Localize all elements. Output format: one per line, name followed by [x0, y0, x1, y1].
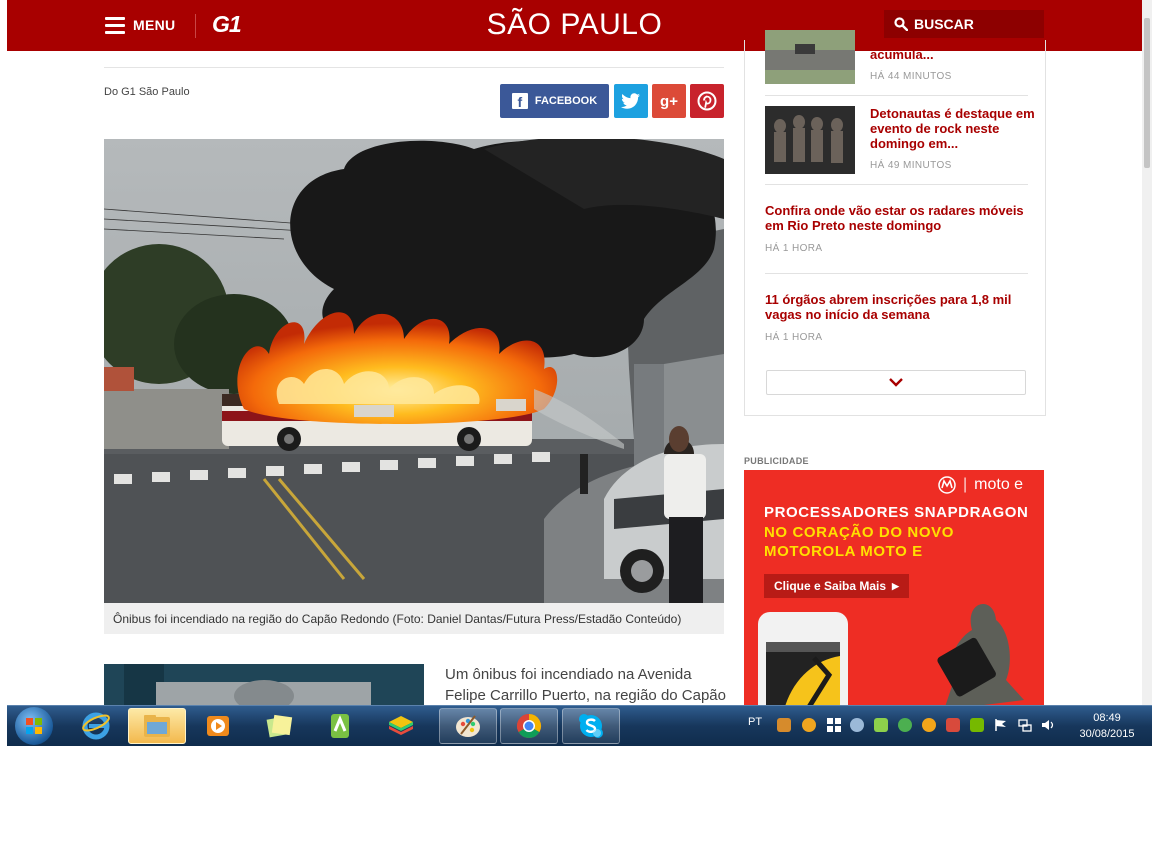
- ad-brand-name: moto e: [974, 476, 1024, 493]
- sticky-notes-icon: [266, 714, 293, 738]
- start-button[interactable]: [15, 707, 53, 745]
- network-icon[interactable]: [1018, 718, 1032, 732]
- divider: [765, 184, 1028, 185]
- windows-taskbar: PT 08:49 30/08/2015: [7, 705, 1152, 746]
- ad-label: PUBLICIDADE: [744, 456, 809, 466]
- caption-text: Ônibus foi incendiado na região do Capão…: [113, 612, 682, 626]
- googleplus-share-button[interactable]: g+: [652, 84, 686, 118]
- news-thumbnail: [765, 30, 855, 84]
- twitter-icon: [621, 93, 640, 109]
- article-photo[interactable]: [104, 139, 724, 603]
- scrollbar-thumb[interactable]: [1144, 18, 1150, 168]
- news-title[interactable]: 11 órgãos abrem inscrições para 1,8 mil …: [765, 292, 1028, 322]
- search-button[interactable]: BUSCAR: [884, 10, 1044, 38]
- bluestacks-icon: [389, 716, 413, 735]
- googleplus-icon: g+: [660, 92, 678, 110]
- byline: Do G1 São Paulo: [104, 86, 190, 98]
- tray-green-icon[interactable]: [874, 718, 888, 732]
- news-title[interactable]: acumula...: [870, 47, 1030, 62]
- taskbar-internet-explorer[interactable]: [67, 708, 125, 744]
- divider: [765, 95, 1028, 96]
- taskbar-bluestacks[interactable]: [372, 708, 430, 744]
- media-player-icon: [207, 716, 229, 736]
- internet-explorer-icon: [82, 712, 110, 740]
- news-title[interactable]: Detonautas é destaque em evento de rock …: [870, 106, 1035, 151]
- taskbar-paint[interactable]: [439, 708, 497, 744]
- load-more-button[interactable]: [766, 370, 1026, 395]
- clock-date[interactable]: 30/08/2015: [1072, 728, 1142, 740]
- tray-ring-icon[interactable]: [802, 718, 816, 732]
- news-time: HÁ 1 HORA: [765, 243, 823, 254]
- facebook-icon: f: [511, 93, 528, 110]
- ad-phone-illustration: [758, 604, 1024, 705]
- ad-cta-label: Clique e Saiba Mais: [774, 579, 887, 593]
- tray-app-icon[interactable]: [777, 718, 791, 732]
- news-time: HÁ 44 MINUTOS: [870, 71, 952, 82]
- clock-time[interactable]: 08:49: [1072, 712, 1142, 724]
- pinterest-icon: [697, 91, 717, 111]
- search-label: BUSCAR: [914, 16, 974, 32]
- tray-orange-icon[interactable]: [922, 718, 936, 732]
- advertisement[interactable]: | moto e PROCESSADORES SNAPDRAGON NO COR…: [744, 470, 1044, 705]
- paint-icon: [456, 715, 480, 737]
- vertical-scrollbar[interactable]: [1142, 0, 1152, 705]
- facebook-share-label: FACEBOOK: [534, 95, 598, 107]
- article-body: Um ônibus foi incendiado na Avenida Feli…: [445, 666, 726, 704]
- search-icon: [894, 17, 908, 31]
- motorola-logo-icon: [938, 476, 956, 494]
- taskbar-file-explorer[interactable]: [128, 708, 186, 744]
- article-image-2-graphic: [104, 664, 424, 705]
- play-arrow-icon: ▶: [892, 580, 899, 591]
- twitter-share-button[interactable]: [614, 84, 648, 118]
- browser-page: MENU G1 SÃO PAULO BUSCAR Do G1 São Paulo…: [7, 0, 1142, 705]
- news-time: HÁ 1 HORA: [765, 332, 823, 343]
- tray-chrome-icon[interactable]: [898, 718, 912, 732]
- tray-windows-icon[interactable]: [827, 718, 841, 732]
- divider: [104, 67, 724, 68]
- tray-nvidia-icon[interactable]: [970, 718, 984, 732]
- latest-news-box: acumula... HÁ 44 MINUTOS Detonautas é de…: [744, 30, 1046, 416]
- tray-red-icon[interactable]: [946, 718, 960, 732]
- burning-bus-image: [104, 139, 724, 603]
- ad-cta-button[interactable]: Clique e Saiba Mais ▶: [764, 574, 909, 598]
- ad-subheadline: NO CORAÇÃO DO NOVO MOTOROLA MOTO E: [764, 524, 954, 560]
- chrome-icon: [516, 714, 542, 739]
- windows-logo-icon: [26, 718, 42, 734]
- news-time: HÁ 49 MINUTOS: [870, 160, 952, 171]
- ad-brand: | moto e: [938, 476, 1023, 494]
- tray-settings-icon[interactable]: [850, 718, 864, 732]
- article-image-2[interactable]: [104, 664, 424, 705]
- photo-caption: Ônibus foi incendiado na região do Capão…: [104, 603, 724, 634]
- green-app-icon: [331, 714, 349, 738]
- action-center-flag-icon[interactable]: [994, 718, 1008, 732]
- taskbar-sticky-notes[interactable]: [250, 708, 308, 744]
- taskbar-skype[interactable]: [562, 708, 620, 744]
- taskbar-chrome[interactable]: [500, 708, 558, 744]
- language-indicator[interactable]: PT: [748, 716, 762, 728]
- news-title[interactable]: Confira onde vão estar os radares móveis…: [765, 203, 1028, 233]
- facebook-share-button[interactable]: f FACEBOOK: [500, 84, 609, 118]
- taskbar-media-player[interactable]: [189, 708, 247, 744]
- pinterest-share-button[interactable]: [690, 84, 724, 118]
- volume-icon[interactable]: [1041, 718, 1055, 732]
- chevron-down-icon: [889, 378, 903, 387]
- skype-icon: [579, 714, 603, 738]
- news-thumbnail: [765, 106, 855, 174]
- ad-headline: PROCESSADORES SNAPDRAGON: [764, 504, 1029, 521]
- divider: [765, 273, 1028, 274]
- file-explorer-icon: [144, 715, 170, 737]
- taskbar-green-app[interactable]: [311, 708, 369, 744]
